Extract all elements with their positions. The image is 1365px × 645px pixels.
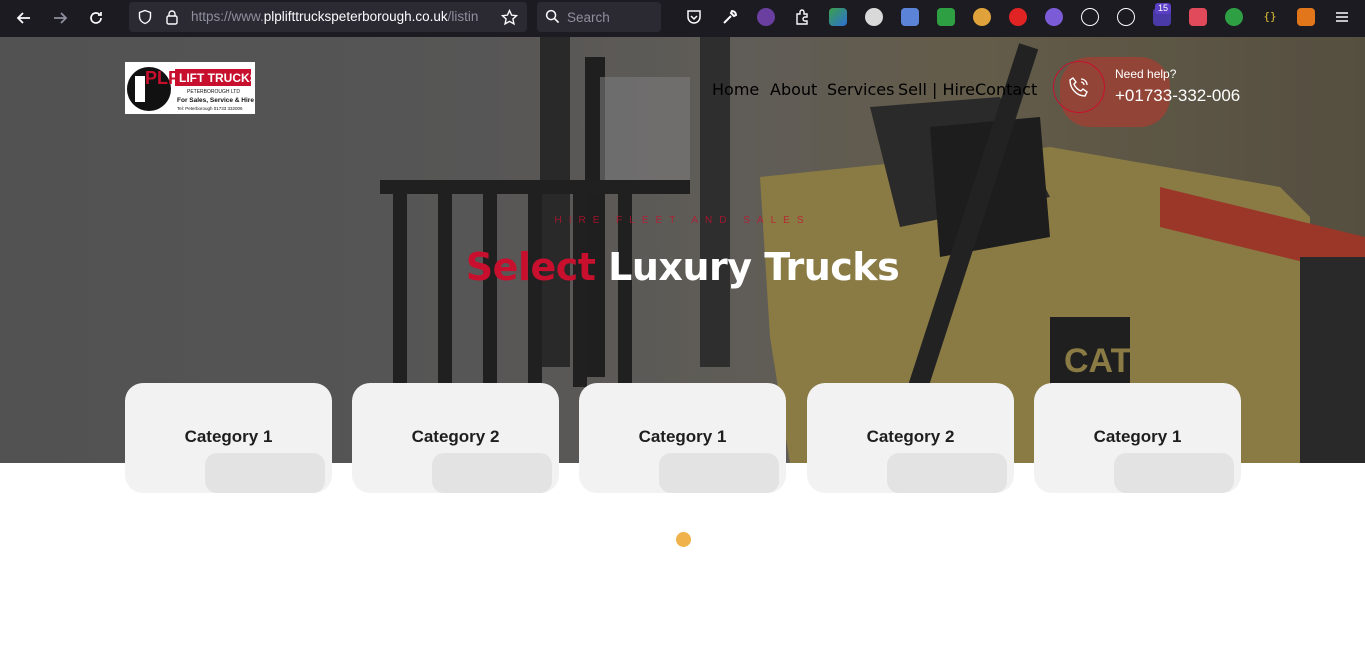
search-bar[interactable]: Search <box>537 2 661 32</box>
url-text[interactable]: https://www.plplifttruckspeterborough.co… <box>191 9 493 24</box>
forward-icon <box>54 12 68 24</box>
svg-text:LIFT TRUCKS: LIFT TRUCKS <box>179 71 255 85</box>
site-logo[interactable]: LIFT TRUCKS PLP PETERBOROUGH LTD For Sal… <box>125 62 258 114</box>
svg-text:PETERBOROUGH LTD: PETERBOROUGH LTD <box>187 89 240 95</box>
url-path: /listin <box>447 9 479 24</box>
hand-extension-icon[interactable] <box>1009 8 1027 26</box>
nav-services[interactable]: Services <box>827 80 894 99</box>
nav-sell-hire[interactable]: Sell | Hire <box>898 80 975 99</box>
url-domain: plplifttruckspeterborough.co.uk <box>263 9 448 24</box>
forward-button[interactable] <box>47 6 73 30</box>
cloud-extension-icon[interactable] <box>865 8 883 26</box>
star-icon[interactable] <box>501 9 518 26</box>
translate-extension-icon[interactable] <box>901 8 919 26</box>
nav-home[interactable]: Home <box>712 80 759 99</box>
back-button[interactable] <box>11 6 37 30</box>
svg-text:Tel: Peterborough 01733 332006: Tel: Peterborough 01733 332006 <box>177 106 243 111</box>
headline-rest: Luxury Trucks <box>595 245 900 289</box>
category-card[interactable]: Category 1 <box>579 383 786 493</box>
category-label: Category 2 <box>866 427 955 446</box>
react-devtools-icon[interactable] <box>1117 8 1135 26</box>
call-button[interactable] <box>1053 61 1105 113</box>
svg-text:For Sales, Service & Hire: For Sales, Service & Hire <box>177 97 254 104</box>
pocket-icon[interactable] <box>685 8 703 26</box>
category-label: Category 1 <box>184 427 273 446</box>
cookie-extension-icon[interactable] <box>1081 8 1099 26</box>
category-card[interactable]: Category 2 <box>352 383 559 493</box>
lock-icon[interactable] <box>165 9 179 25</box>
money-extension-icon[interactable] <box>937 8 955 26</box>
reload-icon <box>90 12 102 24</box>
search-icon <box>545 9 560 24</box>
phone-number-link[interactable]: +01733-332-006 <box>1115 86 1240 106</box>
svg-text:PLP: PLP <box>145 68 180 88</box>
hero-kicker: HIRE FLEET AND SALES <box>554 215 811 226</box>
category-label: Category 1 <box>638 427 727 446</box>
wrench-icon[interactable] <box>721 8 739 26</box>
broom-extension-icon[interactable] <box>973 8 991 26</box>
nav-about[interactable]: About <box>770 80 817 99</box>
extension-badge: 15 <box>1155 3 1172 14</box>
ghost-extension-icon[interactable] <box>757 8 775 26</box>
headline-accent: Select <box>465 245 596 289</box>
reload-button[interactable] <box>83 6 109 30</box>
address-bar[interactable]: https://www.plplifttruckspeterborough.co… <box>129 2 527 32</box>
sync-extension-icon[interactable] <box>1225 8 1243 26</box>
browser-toolbar: https://www.plplifttruckspeterborough.co… <box>0 0 1365 37</box>
category-label: Category 2 <box>411 427 500 446</box>
back-icon <box>16 12 30 24</box>
category-card[interactable]: Category 1 <box>1034 383 1241 493</box>
hero-headline: Select Luxury Trucks <box>0 245 1365 289</box>
category-label: Category 1 <box>1093 427 1182 446</box>
json-viewer-icon[interactable]: {} <box>1261 8 1279 26</box>
phone-icon <box>1069 77 1088 97</box>
fwa-extension-icon[interactable] <box>1189 8 1207 26</box>
nav-contact[interactable]: Contact <box>975 80 1037 99</box>
url-scheme: https://www. <box>191 9 264 24</box>
need-help-label: Need help? <box>1115 67 1177 81</box>
loading-dot <box>676 532 691 547</box>
gear-extension-icon[interactable] <box>1045 8 1063 26</box>
extensions-icon[interactable] <box>793 8 811 26</box>
shield-icon[interactable] <box>137 9 153 25</box>
category-card[interactable]: Category 1 <box>125 383 332 493</box>
search-placeholder: Search <box>567 10 610 25</box>
plp-logo-image: LIFT TRUCKS PLP PETERBOROUGH LTD For Sal… <box>127 67 258 111</box>
category-card[interactable]: Category 2 <box>807 383 1014 493</box>
menu-icon[interactable] <box>1333 8 1351 26</box>
colorzilla-icon[interactable] <box>829 8 847 26</box>
metamask-icon[interactable] <box>1297 8 1315 26</box>
